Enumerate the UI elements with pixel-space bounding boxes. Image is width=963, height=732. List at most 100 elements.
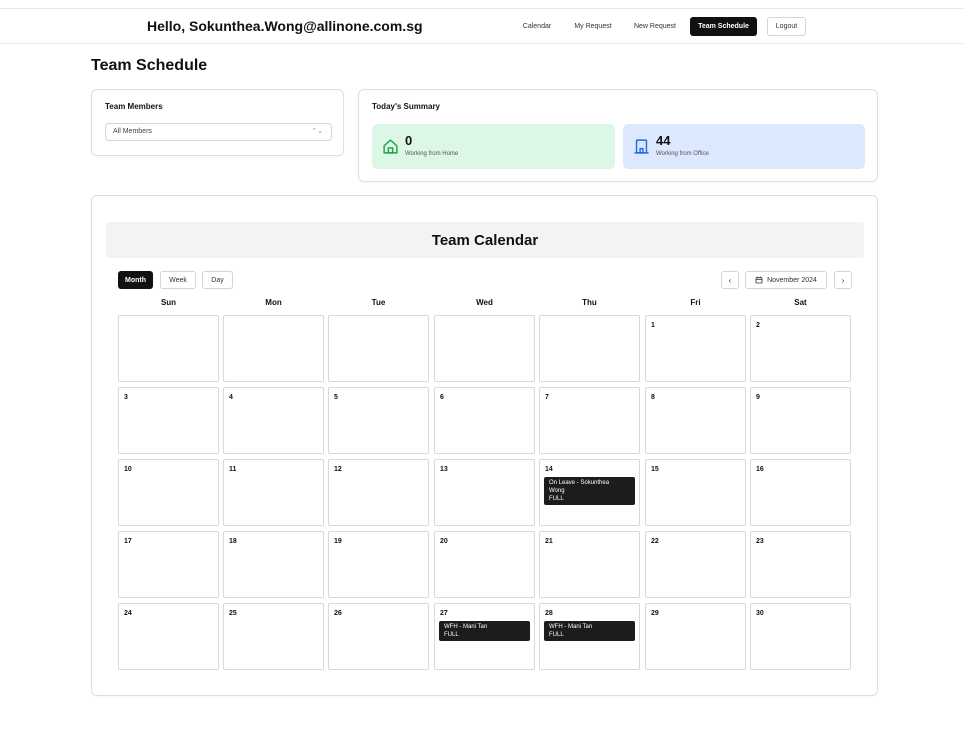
view-day-button[interactable]: Day <box>202 271 233 289</box>
view-month-button[interactable]: Month <box>118 271 153 289</box>
weekday-header: Mon <box>265 298 282 307</box>
day-number: 21 <box>545 538 553 545</box>
calendar-day-cell[interactable]: 28 WFH - Mani Tan FULL <box>539 603 640 670</box>
day-number: 27 <box>440 610 448 617</box>
calendar-day-cell[interactable]: 6 <box>434 387 535 454</box>
event-line: WFH - Mani Tan <box>549 624 593 630</box>
day-number: 19 <box>334 538 342 545</box>
calendar-day-cell[interactable]: 21 <box>539 531 640 598</box>
next-month-button[interactable]: › <box>834 271 852 289</box>
calendar-day-cell[interactable]: 16 <box>750 459 851 526</box>
prev-month-button[interactable]: ‹ <box>721 271 739 289</box>
day-number: 23 <box>756 538 764 545</box>
calendar-day-cell[interactable]: 11 <box>223 459 324 526</box>
logout-button[interactable]: Logout <box>767 17 806 36</box>
home-count: 0 <box>405 133 413 148</box>
team-calendar-card: Team Calendar Month Week Day ‹ November … <box>91 195 878 696</box>
day-number: 14 <box>545 466 553 473</box>
calendar-day-cell[interactable]: 27 WFH - Mani Tan FULL <box>434 603 535 670</box>
calendar-day-cell[interactable]: 3 <box>118 387 219 454</box>
day-number: 17 <box>124 538 132 545</box>
calendar-day-cell[interactable]: 30 <box>750 603 851 670</box>
calendar-event[interactable]: WFH - Mani Tan FULL <box>439 621 530 641</box>
weekday-header: Tue <box>371 298 386 307</box>
home-icon <box>383 139 398 154</box>
calendar-day-cell[interactable]: 26 <box>328 603 429 670</box>
calendar-day-cell[interactable]: 22 <box>645 531 746 598</box>
day-number: 13 <box>440 466 448 473</box>
month-picker-button[interactable]: November 2024 <box>745 271 827 289</box>
calendar-day-cell[interactable]: 7 <box>539 387 640 454</box>
day-number: 6 <box>440 394 444 401</box>
day-number: 28 <box>545 610 553 617</box>
calendar-day-cell[interactable]: 20 <box>434 531 535 598</box>
calendar-empty-cell <box>118 315 219 382</box>
office-building-icon <box>634 139 649 154</box>
calendar-event[interactable]: On Leave - Sokunthea Wong FULL <box>544 477 635 505</box>
day-number: 10 <box>124 466 132 473</box>
office-count: 44 <box>656 133 671 148</box>
nav-team-schedule[interactable]: Team Schedule <box>690 17 757 36</box>
calendar-empty-cell <box>539 315 640 382</box>
calendar-day-cell[interactable]: 10 <box>118 459 219 526</box>
home-label: Working from Home <box>405 151 459 157</box>
summary-title: Today's Summary <box>372 102 440 111</box>
day-number: 22 <box>651 538 659 545</box>
calendar-day-cell[interactable]: 4 <box>223 387 324 454</box>
calendar-event[interactable]: WFH - Mani Tan FULL <box>544 621 635 641</box>
calendar-day-cell[interactable]: 25 <box>223 603 324 670</box>
day-number: 4 <box>229 394 233 401</box>
day-number: 1 <box>651 322 655 329</box>
day-number: 20 <box>440 538 448 545</box>
calendar-day-cell[interactable]: 14 On Leave - Sokunthea Wong FULL <box>539 459 640 526</box>
event-line: FULL <box>444 632 459 638</box>
day-number: 26 <box>334 610 342 617</box>
team-members-select[interactable]: All Members ⌃⌄ <box>105 123 332 141</box>
calendar-day-cell[interactable]: 17 <box>118 531 219 598</box>
day-number: 18 <box>229 538 237 545</box>
weekday-header: Fri <box>690 298 701 307</box>
chevron-right-icon: › <box>841 275 845 285</box>
calendar-day-cell[interactable]: 8 <box>645 387 746 454</box>
calendar-day-cell[interactable]: 23 <box>750 531 851 598</box>
team-members-card: Team Members All Members ⌃⌄ <box>91 89 344 156</box>
weekday-header: Thu <box>582 298 597 307</box>
calendar-day-cell[interactable]: 13 <box>434 459 535 526</box>
nav-new-request[interactable]: New Request <box>627 17 683 36</box>
calendar-day-cell[interactable]: 19 <box>328 531 429 598</box>
calendar-empty-cell <box>434 315 535 382</box>
weekday-header: Wed <box>476 298 493 307</box>
calendar-day-cell[interactable]: 5 <box>328 387 429 454</box>
calendar-day-cell[interactable]: 9 <box>750 387 851 454</box>
view-week-button[interactable]: Week <box>160 271 196 289</box>
working-from-home-stat: 0 Working from Home <box>372 124 615 169</box>
day-number: 12 <box>334 466 342 473</box>
event-line: FULL <box>549 632 564 638</box>
calendar-empty-cell <box>328 315 429 382</box>
day-number: 29 <box>651 610 659 617</box>
nav-my-request[interactable]: My Request <box>567 17 619 36</box>
weekday-header: Sun <box>160 298 177 307</box>
calendar-day-cell[interactable]: 29 <box>645 603 746 670</box>
nav-calendar[interactable]: Calendar <box>514 17 560 36</box>
calendar-day-cell[interactable]: 18 <box>223 531 324 598</box>
team-members-selected: All Members <box>113 128 152 135</box>
day-number: 7 <box>545 394 549 401</box>
event-line: FULL <box>549 496 564 502</box>
todays-summary-card: Today's Summary 0 Working from Home 44 W… <box>358 89 878 182</box>
team-members-title: Team Members <box>105 102 163 111</box>
greeting-text: Hello, Sokunthea.Wong@allinone.com.sg <box>147 18 423 34</box>
calendar-day-cell[interactable]: 15 <box>645 459 746 526</box>
calendar-day-cell[interactable]: 1 <box>645 315 746 382</box>
day-number: 5 <box>334 394 338 401</box>
calendar-day-cell[interactable]: 2 <box>750 315 851 382</box>
calendar-icon <box>755 276 763 284</box>
day-number: 9 <box>756 394 760 401</box>
calendar-day-cell[interactable]: 12 <box>328 459 429 526</box>
top-nav-bar: Hello, Sokunthea.Wong@allinone.com.sg Ca… <box>0 8 963 44</box>
day-number: 2 <box>756 322 760 329</box>
calendar-header-banner: Team Calendar <box>106 222 864 258</box>
calendar-title: Team Calendar <box>431 232 539 249</box>
day-number: 3 <box>124 394 128 401</box>
calendar-day-cell[interactable]: 24 <box>118 603 219 670</box>
